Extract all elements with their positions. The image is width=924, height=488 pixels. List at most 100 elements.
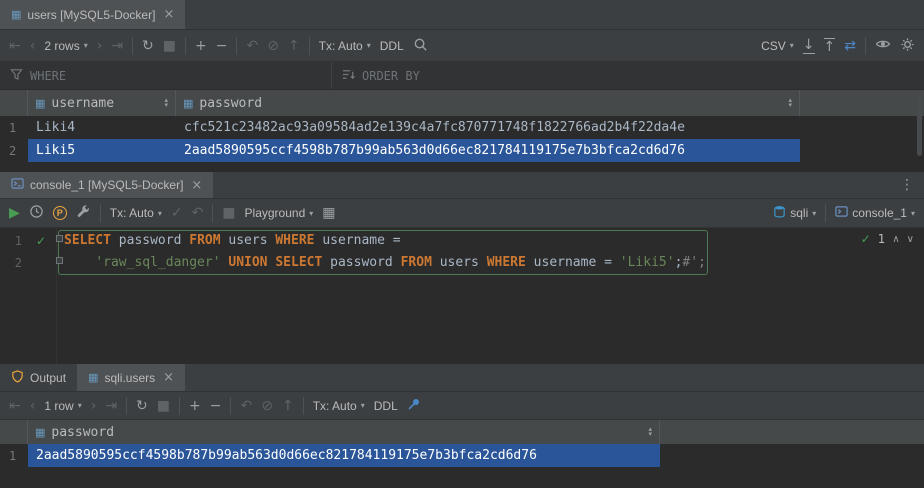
page-size-select[interactable]: 1 row ▾: [44, 399, 81, 413]
playground-label: Playground: [245, 206, 306, 220]
schema-select[interactable]: sqli ▾: [773, 205, 816, 221]
datagrip-window: ▦ users [MySQL5-Docker] × ⇤ ‹ 2 rows ▾ ›…: [0, 0, 924, 488]
delete-row-icon[interactable]: −: [210, 399, 222, 413]
undo-icon[interactable]: ↶: [246, 39, 258, 53]
stop-icon[interactable]: ■: [222, 206, 235, 220]
refresh-icon[interactable]: ↻: [136, 399, 148, 413]
console-toolbar: ▶ P Tx: Auto ▾ ✓ ↶ ■ Playground ▾ ▦ sqli…: [0, 199, 924, 228]
close-tab-icon[interactable]: ×: [191, 178, 202, 193]
column-header-username[interactable]: ▦ username ▴ ▾: [28, 90, 176, 116]
sort-icon[interactable]: ▴ ▾: [648, 427, 652, 437]
revert-icon[interactable]: ⊘: [267, 39, 279, 53]
cell-password[interactable]: cfc521c23482ac93a09584ad2e139c4a7fc87077…: [176, 116, 800, 139]
session-label: console_1: [852, 206, 907, 220]
next-page-icon[interactable]: ›: [91, 399, 97, 413]
more-options-icon[interactable]: ⋮: [890, 177, 924, 193]
close-tab-icon[interactable]: ×: [163, 7, 174, 22]
vertical-scrollbar[interactable]: [917, 94, 922, 156]
order-by-input[interactable]: ORDER BY: [332, 62, 430, 89]
page-size-select[interactable]: 2 rows ▾: [44, 39, 87, 53]
tab-result-grid[interactable]: ▦ sqli.users ×: [77, 364, 185, 391]
commit-icon[interactable]: ✓: [171, 206, 183, 220]
tx-mode-select[interactable]: Tx: Auto ▾: [319, 39, 371, 53]
parameters-icon[interactable]: P: [53, 206, 67, 220]
execution-indicator: ✓ 1 ∧ ∨: [861, 232, 914, 246]
undo-icon[interactable]: ↶: [240, 399, 252, 413]
add-row-icon[interactable]: +: [195, 39, 207, 53]
column-header-password[interactable]: ▦ password ▴ ▾: [28, 420, 660, 444]
console-icon: [835, 205, 848, 221]
history-clock-icon[interactable]: [29, 204, 44, 222]
submit-icon[interactable]: ↑: [282, 399, 294, 413]
table-icon: ▦: [11, 8, 21, 21]
sort-down-icon: ▾: [788, 103, 792, 108]
tab-output[interactable]: Output: [0, 364, 77, 391]
ddl-button[interactable]: DDL: [380, 39, 404, 53]
toolbar-separator: [825, 204, 826, 222]
close-tab-icon[interactable]: ×: [163, 370, 174, 385]
stop-icon[interactable]: ■: [163, 39, 176, 53]
tx-mode-select[interactable]: Tx: Auto ▾: [313, 399, 365, 413]
search-icon[interactable]: [413, 37, 428, 55]
last-page-icon[interactable]: ⇥: [111, 39, 123, 53]
row-number-gutter-header: [0, 420, 28, 444]
export-format-select[interactable]: CSV ▾: [761, 39, 794, 53]
results-tab-bar: Output ▦ sqli.users ×: [0, 364, 924, 392]
result-row-selected[interactable]: 1 2aad5890595ccf4598b787b99ab563d0d66ec8…: [0, 444, 924, 467]
table-row[interactable]: 1 Liki4 cfc521c23482ac93a09584ad2e139c4a…: [0, 116, 924, 139]
tab-console[interactable]: console_1 [MySQL5-Docker] ×: [0, 172, 213, 198]
ddl-button[interactable]: DDL: [374, 399, 398, 413]
rollback-icon[interactable]: ↶: [192, 206, 204, 220]
toolbar-separator: [303, 397, 304, 415]
view-options-eye-icon[interactable]: [875, 36, 891, 55]
chevron-down-icon[interactable]: ∨: [907, 234, 914, 245]
cell-username[interactable]: Liki4: [28, 116, 176, 139]
wrench-settings-icon[interactable]: [76, 204, 91, 222]
playground-mode-select[interactable]: Playground ▾: [245, 206, 314, 220]
first-page-icon[interactable]: ⇤: [9, 39, 21, 53]
first-page-icon[interactable]: ⇤: [9, 399, 21, 413]
line-number: 2: [0, 252, 26, 274]
refresh-icon[interactable]: ↻: [142, 39, 154, 53]
sql-text[interactable]: 'raw_sql_danger' UNION SELECT password F…: [56, 252, 706, 274]
gutter-divider: [56, 228, 57, 364]
ddl-label: DDL: [380, 39, 404, 53]
previous-page-icon[interactable]: ‹: [30, 399, 36, 413]
stop-icon[interactable]: ■: [157, 399, 170, 413]
cell-password[interactable]: 2aad5890595ccf4598b787b99ab563d0d66ec821…: [28, 444, 660, 467]
success-check-icon: ✓: [861, 232, 871, 246]
toolbar-separator: [126, 397, 127, 415]
pin-tab-icon[interactable]: [407, 397, 421, 414]
statement-success-check-icon: ✓: [26, 230, 56, 252]
chevron-down-icon: ▾: [911, 209, 915, 218]
sql-editor[interactable]: 1 ✓ SELECT password FROM users WHERE use…: [0, 228, 924, 364]
tab-users-table[interactable]: ▦ users [MySQL5-Docker] ×: [0, 0, 185, 29]
statement-count: 1: [878, 232, 886, 246]
next-page-icon[interactable]: ›: [97, 39, 103, 53]
run-icon[interactable]: ▶: [9, 206, 20, 220]
import-upload-icon[interactable]: ↑: [824, 38, 836, 54]
table-row-selected[interactable]: 2 Liki5 2aad5890595ccf4598b787b99ab563d0…: [0, 139, 924, 162]
sql-text[interactable]: SELECT password FROM users WHERE usernam…: [56, 230, 401, 252]
submit-icon[interactable]: ↑: [288, 39, 300, 53]
cell-username[interactable]: Liki5: [28, 139, 176, 162]
compare-icon[interactable]: ⇄: [844, 39, 856, 53]
last-page-icon[interactable]: ⇥: [105, 399, 117, 413]
export-download-icon[interactable]: ↓: [803, 38, 815, 54]
toolbar-separator: [179, 397, 180, 415]
sort-icon[interactable]: ▴ ▾: [164, 98, 168, 108]
cell-password[interactable]: 2aad5890595ccf4598b787b99ab563d0d66ec821…: [176, 139, 800, 162]
delete-row-icon[interactable]: −: [216, 39, 228, 53]
add-row-icon[interactable]: +: [189, 399, 201, 413]
column-header-password[interactable]: ▦ password ▴ ▾: [176, 90, 800, 116]
sort-icon[interactable]: ▴ ▾: [788, 98, 792, 108]
export-format-label: CSV: [761, 39, 786, 53]
revert-icon[interactable]: ⊘: [261, 399, 273, 413]
chevron-up-icon[interactable]: ∧: [892, 234, 899, 245]
where-filter-input[interactable]: WHERE: [0, 62, 332, 89]
view-as-grid-icon[interactable]: ▦: [322, 206, 335, 220]
session-select[interactable]: console_1 ▾: [835, 205, 915, 221]
previous-page-icon[interactable]: ‹: [30, 39, 36, 53]
tx-mode-select[interactable]: Tx: Auto ▾: [110, 206, 162, 220]
settings-gear-icon[interactable]: [900, 37, 915, 55]
